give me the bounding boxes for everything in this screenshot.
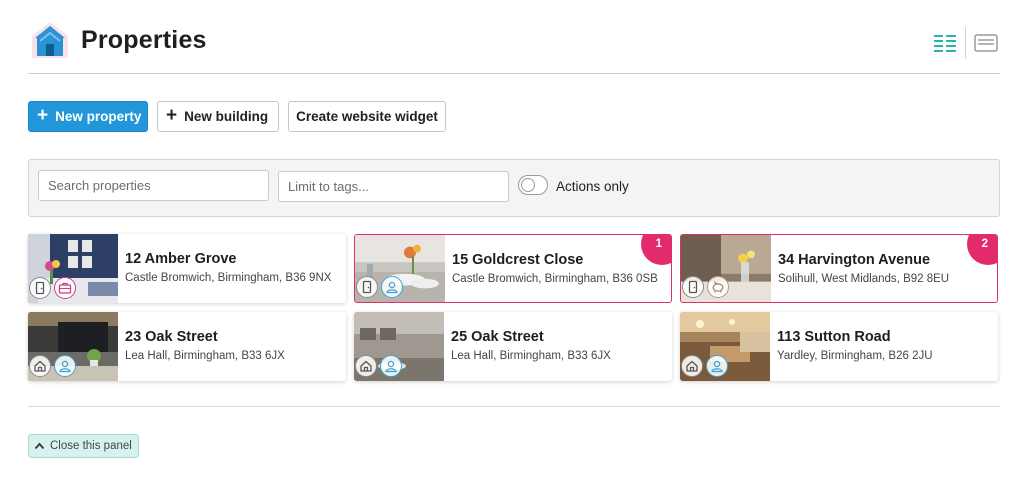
door-icon <box>682 276 704 298</box>
door-icon <box>29 277 51 299</box>
new-property-button[interactable]: + New property <box>28 101 148 132</box>
create-widget-label: Create website widget <box>296 109 438 124</box>
house-icon <box>29 355 51 377</box>
create-website-widget-button[interactable]: Create website widget <box>288 101 446 132</box>
plus-icon: + <box>166 105 178 126</box>
piggy-bank-icon <box>707 276 729 298</box>
card-icon-group <box>356 276 403 298</box>
property-card[interactable]: 34 Harvington Avenue Solihull, West Midl… <box>680 234 998 303</box>
door-icon <box>356 276 378 298</box>
card-icon-group <box>682 276 729 298</box>
property-title: 15 Goldcrest Close <box>452 252 584 268</box>
card-icon-group <box>29 277 76 299</box>
property-title: 25 Oak Street <box>451 329 544 345</box>
filter-panel: Actions only <box>28 159 1000 217</box>
person-icon <box>54 355 76 377</box>
tags-input[interactable] <box>278 171 509 202</box>
card-icon-group <box>29 355 76 377</box>
card-icon-group <box>355 355 402 377</box>
card-icon-group <box>681 355 728 377</box>
action-count: 1 <box>655 238 662 250</box>
close-panel-label: Close this panel <box>50 440 132 452</box>
property-address: Castle Bromwich, Birmingham, B36 9NX <box>125 272 332 284</box>
property-address: Lea Hall, Birmingham, B33 6JX <box>125 350 285 362</box>
page-title: Properties <box>81 26 207 54</box>
property-card[interactable]: 113 Sutton Road Yardley, Birmingham, B26… <box>680 312 998 381</box>
property-card[interactable]: 12 Amber Grove Castle Bromwich, Birmingh… <box>28 234 346 303</box>
property-address: Yardley, Birmingham, B26 2JU <box>777 350 933 362</box>
property-card[interactable]: 25 Oak Street Lea Hall, Birmingham, B33 … <box>354 312 672 381</box>
new-building-button[interactable]: + New building <box>157 101 280 132</box>
chevron-up-icon <box>34 442 45 450</box>
action-toolbar: + New property + New building Create web… <box>28 101 446 132</box>
property-address: Solihull, West Midlands, B92 8EU <box>778 273 950 285</box>
house-logo-icon <box>32 22 68 58</box>
property-title: 34 Harvington Avenue <box>778 252 931 268</box>
person-icon <box>380 355 402 377</box>
house-icon <box>681 355 703 377</box>
new-property-label: New property <box>55 109 142 124</box>
action-count: 2 <box>981 238 988 250</box>
page-header: Properties <box>28 20 1000 74</box>
person-icon <box>706 355 728 377</box>
property-title: 12 Amber Grove <box>125 251 237 267</box>
property-address: Lea Hall, Birmingham, B33 6JX <box>451 350 611 362</box>
house-icon <box>355 355 377 377</box>
actions-only-label: Actions only <box>556 179 629 194</box>
person-icon <box>381 276 403 298</box>
close-panel-button[interactable]: Close this panel <box>28 434 139 458</box>
toggle-knob <box>521 178 535 192</box>
plus-icon: + <box>37 105 49 126</box>
property-card[interactable]: 23 Oak Street Lea Hall, Birmingham, B33 … <box>28 312 346 381</box>
search-input[interactable] <box>38 170 269 201</box>
actions-only-toggle[interactable] <box>518 175 548 195</box>
view-toggle <box>933 27 1000 59</box>
property-address: Castle Bromwich, Birmingham, B36 0SB <box>452 273 658 285</box>
footer-divider <box>28 406 1000 407</box>
view-toggle-divider <box>965 27 966 59</box>
property-title: 113 Sutton Road <box>777 329 891 345</box>
list-view-icon[interactable] <box>933 33 957 53</box>
property-title: 23 Oak Street <box>125 329 218 345</box>
property-card[interactable]: 15 Goldcrest Close Castle Bromwich, Birm… <box>354 234 672 303</box>
briefcase-icon <box>54 277 76 299</box>
card-view-icon[interactable] <box>974 33 998 53</box>
new-building-label: New building <box>184 109 269 124</box>
